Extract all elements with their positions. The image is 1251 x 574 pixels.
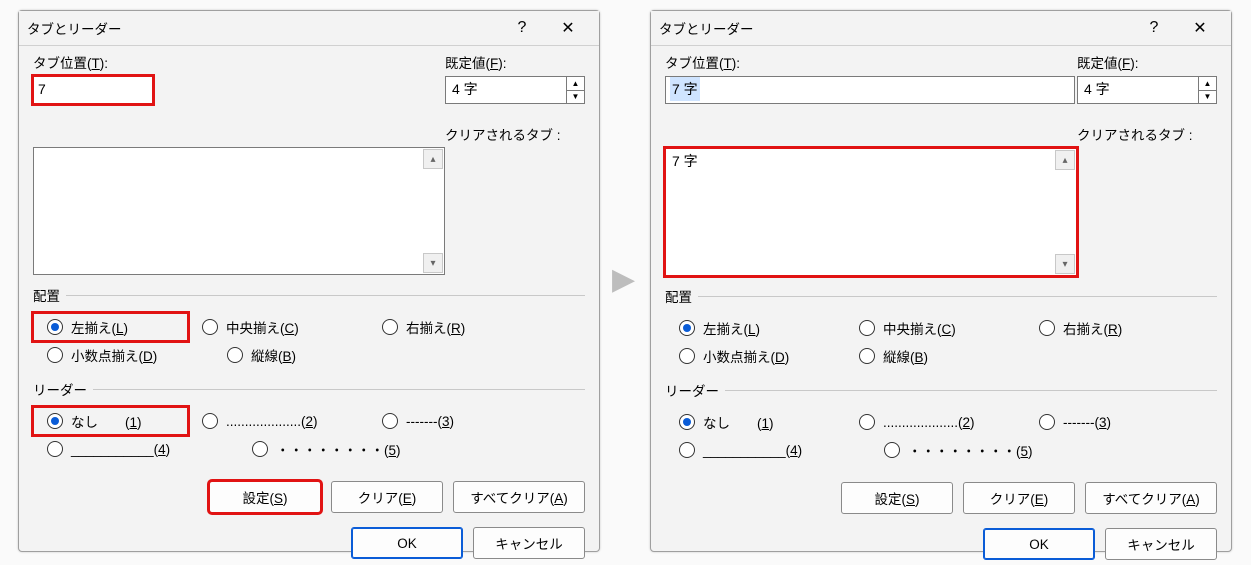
tab-position-input[interactable]: 7 (33, 76, 153, 104)
radio-icon (679, 348, 695, 364)
default-value: 4 字 (1078, 77, 1198, 103)
clear-all-button[interactable]: すべてクリア(A) (453, 481, 585, 513)
clear-button[interactable]: クリア(E) (963, 482, 1075, 514)
radio-icon (859, 320, 875, 336)
radio-icon (1039, 414, 1055, 430)
radio-icon (252, 441, 268, 457)
list-item[interactable]: 7 字 (666, 149, 1076, 173)
leader-under-radio[interactable]: ___________(4) (33, 435, 238, 463)
align-right-radio[interactable]: 右揃え(R) (368, 313, 548, 341)
tab-position-label: タブ位置(T): (33, 52, 445, 72)
scroll-down-icon[interactable]: ▾ (423, 253, 443, 273)
scroll-down-icon[interactable]: ▾ (1055, 254, 1075, 274)
scroll-up-icon[interactable]: ▴ (1055, 150, 1075, 170)
radio-icon (202, 319, 218, 335)
tab-position-label: タブ位置(T): (665, 52, 1077, 72)
leader-section-label: リーダー (33, 379, 87, 399)
dialog-tabs-right: タブとリーダー ? ✕ タブ位置(T): 7 字 既定値(F): 4 字 ▲▼ … (650, 10, 1232, 552)
cleared-tabs-label: クリアされるタブ : (445, 124, 585, 144)
radio-icon (679, 414, 695, 430)
leader-mid-radio[interactable]: ・・・・・・・・(5) (238, 435, 418, 463)
tab-position-input[interactable]: 7 字 (665, 76, 1075, 104)
radio-icon (47, 441, 63, 457)
leader-dots-radio[interactable]: ....................(2) (188, 407, 368, 435)
alignment-section-label: 配置 (33, 285, 60, 305)
dialog-title: タブとリーダー (27, 18, 499, 38)
align-decimal-radio[interactable]: 小数点揃え(D) (665, 342, 845, 370)
cancel-button[interactable]: キャンセル (473, 527, 585, 559)
radio-icon (859, 414, 875, 430)
leader-dash-radio[interactable]: -------(3) (368, 407, 548, 435)
scroll-up-icon[interactable]: ▴ (423, 149, 443, 169)
align-right-radio[interactable]: 右揃え(R) (1025, 314, 1205, 342)
radio-icon (47, 319, 63, 335)
default-value: 4 字 (446, 77, 566, 103)
leader-under-radio[interactable]: ___________(4) (665, 436, 870, 464)
set-button[interactable]: 設定(S) (841, 482, 953, 514)
leader-none-radio[interactable]: なし (1) (665, 408, 845, 436)
leader-dash-radio[interactable]: -------(3) (1025, 408, 1205, 436)
radio-icon (679, 442, 695, 458)
radio-icon (47, 347, 63, 363)
tab-stops-listbox[interactable]: 7 字 ▴ ▾ (665, 148, 1077, 276)
help-button[interactable]: ? (1131, 14, 1177, 42)
align-center-radio[interactable]: 中央揃え(C) (188, 313, 368, 341)
align-left-radio[interactable]: 左揃え(L) (665, 314, 845, 342)
default-label: 既定値(F): (1077, 52, 1217, 72)
radio-icon (227, 347, 243, 363)
spin-up-icon[interactable]: ▲ (566, 77, 584, 91)
align-decimal-radio[interactable]: 小数点揃え(D) (33, 341, 213, 369)
clear-all-button[interactable]: すべてクリア(A) (1085, 482, 1217, 514)
ok-button[interactable]: OK (983, 528, 1095, 560)
radio-icon (382, 413, 398, 429)
help-button[interactable]: ? (499, 14, 545, 42)
align-center-radio[interactable]: 中央揃え(C) (845, 314, 1025, 342)
tab-stops-listbox[interactable]: ▴ ▾ (33, 147, 445, 275)
close-button[interactable]: ✕ (1177, 14, 1223, 42)
align-left-radio[interactable]: 左揃え(L) (33, 313, 188, 341)
spin-down-icon[interactable]: ▼ (1198, 91, 1216, 104)
dialog-tabs-left: タブとリーダー ? ✕ タブ位置(T): 7 既定値(F): 4 字 ▲▼ クリ… (18, 10, 600, 552)
clear-button[interactable]: クリア(E) (331, 481, 443, 513)
radio-icon (1039, 320, 1055, 336)
spin-down-icon[interactable]: ▼ (566, 91, 584, 104)
radio-icon (679, 320, 695, 336)
radio-icon (382, 319, 398, 335)
radio-icon (47, 413, 63, 429)
spin-up-icon[interactable]: ▲ (1198, 77, 1216, 91)
alignment-section-label: 配置 (665, 286, 692, 306)
leader-dots-radio[interactable]: ....................(2) (845, 408, 1025, 436)
default-label: 既定値(F): (445, 52, 585, 72)
cancel-button[interactable]: キャンセル (1105, 528, 1217, 560)
close-button[interactable]: ✕ (545, 14, 591, 42)
align-bar-radio[interactable]: 縦線(B) (213, 341, 393, 369)
leader-none-radio[interactable]: なし (1) (33, 407, 188, 435)
dialog-title: タブとリーダー (659, 18, 1131, 38)
default-spinner[interactable]: 4 字 ▲▼ (1077, 76, 1217, 104)
arrow-right-icon: ▶ (612, 262, 635, 297)
radio-icon (202, 413, 218, 429)
set-button[interactable]: 設定(S) (209, 481, 321, 513)
radio-icon (884, 442, 900, 458)
radio-icon (859, 348, 875, 364)
align-bar-radio[interactable]: 縦線(B) (845, 342, 1025, 370)
leader-section-label: リーダー (665, 380, 719, 400)
leader-mid-radio[interactable]: ・・・・・・・・(5) (870, 436, 1050, 464)
default-spinner[interactable]: 4 字 ▲▼ (445, 76, 585, 104)
ok-button[interactable]: OK (351, 527, 463, 559)
cleared-tabs-label: クリアされるタブ : (1077, 124, 1217, 144)
